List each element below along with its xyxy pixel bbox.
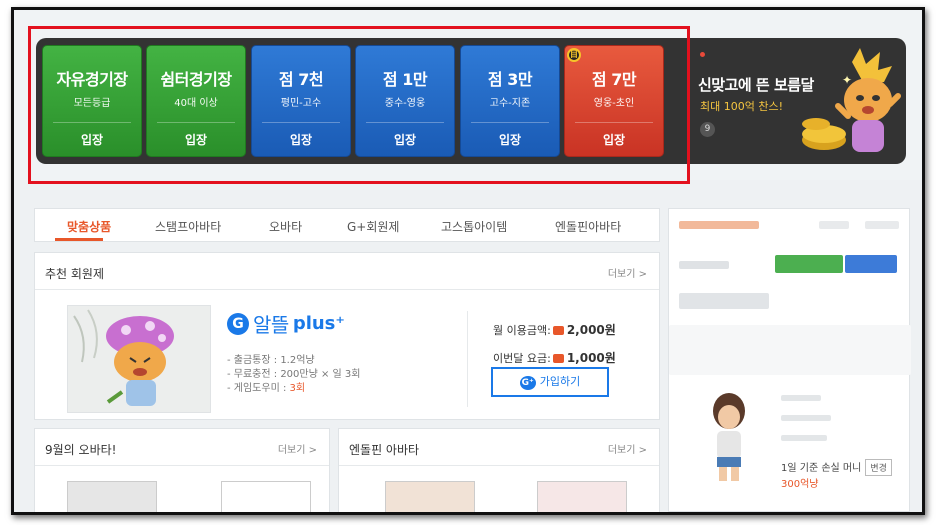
divider — [339, 465, 659, 466]
recommend-title: 추천 회원제 — [45, 267, 105, 281]
mushroom-mascot-icon — [73, 309, 174, 406]
endolphin-more-link[interactable]: 더보기 > — [608, 441, 647, 456]
blurred-link — [865, 221, 899, 229]
page-frame: 자유경기장 모든등급 입장 쉼터경기장 40대 이상 입장 점 7천 평민-고수… — [14, 10, 922, 512]
obata-more-link[interactable]: 더보기 > — [278, 441, 317, 456]
svg-text:✦: ✦ — [842, 73, 852, 87]
blurred-text — [781, 415, 831, 421]
obata-thumbnail[interactable] — [221, 481, 311, 512]
promo-banner[interactable]: 신맞고에 뜬 보름달 최대 100억 찬스! 9 ✦ — [684, 38, 906, 164]
divider — [35, 289, 659, 290]
coin-icon — [552, 326, 564, 335]
recommend-more-link[interactable]: 더보기 > — [608, 265, 647, 280]
mascot-coins-icon: ✦ — [802, 48, 901, 152]
active-tab-indicator — [55, 238, 103, 241]
feature-withdraw: - 출금통장 : 1.2억냥 — [227, 355, 315, 366]
price-monthly-label: 월 이용금액: — [493, 324, 551, 337]
change-button[interactable]: 변경 — [865, 459, 892, 476]
endolphin-thumbnail[interactable] — [537, 481, 627, 512]
price-this-value: 1,000원 — [566, 351, 616, 365]
tab-stamp-avatar[interactable]: 스탬프아바타 — [155, 218, 221, 235]
product-tab-bar: 맞춤상품 스탬프아바타 오바타 G+회원제 고스톱아이템 엔돌핀아바타 — [34, 208, 660, 242]
join-button-label: 가입하기 — [539, 375, 581, 388]
vertical-divider — [467, 311, 468, 407]
altteul-plus-logo: G 알뜰 plus⁺ — [227, 309, 345, 338]
logo-name: 알뜰 — [253, 313, 289, 337]
daily-money-value: 300억냥 — [781, 479, 819, 490]
obata-card: 9월의 오바타! 더보기 > — [34, 428, 330, 512]
endolphin-title: 엔돌핀 아바타 — [349, 443, 420, 457]
blurred-link — [819, 221, 849, 229]
gplus-icon: G⁺ — [519, 376, 536, 390]
price-this-month: 이번달 요금: 1,000원 — [493, 349, 616, 366]
coin-icon — [552, 354, 564, 363]
endolphin-thumbnail[interactable] — [385, 481, 475, 512]
recommend-card: 추천 회원제 더보기 > G 알뜰 plus⁺ - 출금통장 : 1.2억냥 -… — [34, 252, 660, 420]
feature-game-helper-label: - 게임도우미 : — [227, 383, 290, 394]
price-this-label: 이번달 요금: — [493, 352, 551, 365]
blurred-text — [781, 395, 821, 401]
obata-title: 9월의 오바타! — [45, 443, 117, 457]
blurred-label — [679, 261, 729, 269]
blurred-amount — [679, 293, 769, 309]
price-monthly: 월 이용금액: 2,000원 — [493, 321, 616, 338]
avatar-image — [67, 305, 211, 413]
blurred-text — [781, 435, 827, 441]
blurred-button[interactable] — [845, 255, 897, 273]
banner-page-number[interactable]: 9 — [700, 122, 715, 137]
banner-subline: 최대 100억 찬스! — [700, 100, 783, 113]
price-monthly-value: 2,000원 — [566, 323, 616, 337]
tab-gostop-items[interactable]: 고스톱아이템 — [441, 218, 507, 235]
endolphin-card: 엔돌핀 아바타 더보기 > — [338, 428, 660, 512]
g-logo-icon: G — [227, 312, 249, 335]
helper-count: 3회 — [289, 383, 306, 394]
join-button[interactable]: G⁺ 가입하기 — [491, 367, 609, 397]
obata-thumbnail[interactable] — [67, 481, 157, 512]
user-avatar-icon — [713, 393, 745, 481]
highlight-box — [28, 26, 690, 184]
blurred-stats — [669, 325, 911, 375]
banner-dot-icon — [700, 52, 705, 57]
tab-gplus-membership[interactable]: G+회원제 — [347, 218, 399, 235]
tab-custom-products[interactable]: 맞춤상품 — [67, 218, 111, 235]
blurred-username — [679, 221, 759, 229]
tab-endolphin-avatar[interactable]: 엔돌핀아바타 — [555, 218, 621, 235]
divider — [35, 465, 329, 466]
daily-loss-text: 1일 기준 손실 머니 변경 — [781, 459, 892, 476]
tab-obata[interactable]: 오바타 — [269, 218, 302, 235]
feature-free-charge: - 무료충전 : 200만냥 × 일 3회 — [227, 369, 361, 380]
logo-plus: plus⁺ — [292, 313, 345, 334]
feature-game-helper: - 게임도우미 : 3회 — [227, 379, 305, 394]
blurred-button[interactable] — [775, 255, 843, 273]
user-side-panel: 1일 기준 손실 머니 변경 300억냥 — [668, 208, 911, 512]
daily-loss-label: 1일 기준 손실 머니 — [781, 463, 862, 474]
